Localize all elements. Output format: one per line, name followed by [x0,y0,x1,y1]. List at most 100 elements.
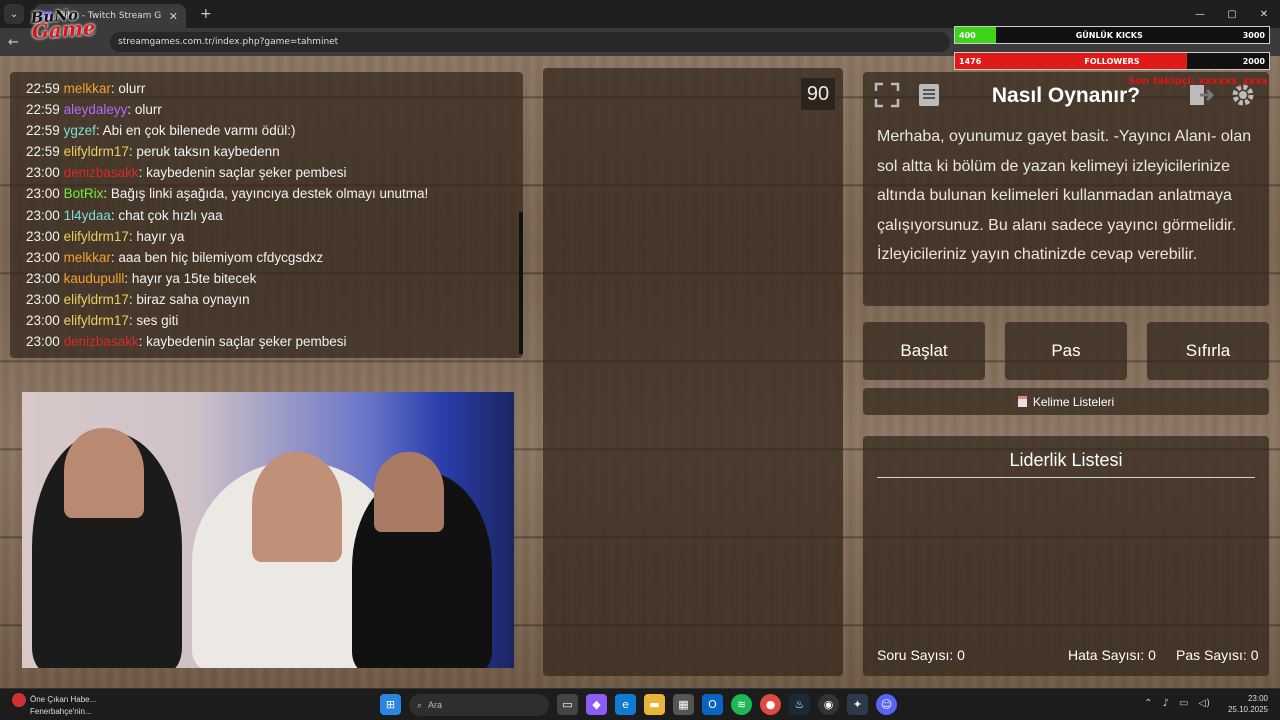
chat-username[interactable]: melkkar [64,81,111,96]
obs-icon[interactable]: ◉ [818,694,839,715]
chat-message: 23:00 denizbasakk: kaybedenin saçlar şek… [26,331,523,352]
chat-message: 23:00 1l4ydaa: chat çok hızlı yaa [26,205,523,226]
chrome-icon[interactable]: ● [760,694,781,715]
chat-scrollbar[interactable] [519,212,523,354]
app-icon[interactable]: ✦ [847,694,868,715]
chat-username[interactable]: kaudupulll [64,271,125,286]
start-button[interactable]: Başlat [863,322,985,380]
chat-username[interactable]: elifyldrm17 [64,313,129,328]
notepad-icon [1017,396,1027,407]
spotify-icon[interactable]: ≋ [731,694,752,715]
chat-username[interactable]: elifyldrm17 [64,292,129,307]
microphone-icon[interactable]: ♪ [1163,698,1169,709]
url-text: streamgames.com.tr/index.php?game=tahmin… [118,37,339,47]
how-to-play-title: Nasıl Oynanır? [991,84,1141,107]
chat-username[interactable]: denizbasakk [64,165,139,180]
webcam-face-left [64,428,144,518]
chat-message: 22:59 ygzef: Abi en çok bilenede varmı ö… [26,120,523,141]
how-to-play-panel: Nasıl Oynanır? Merhaba, oyunumuz gayet b… [863,72,1269,306]
chat-time: 23:00 [26,249,60,265]
chat-text: : Bağış linki aşağıda, yayıncıya destek … [103,186,429,202]
discord-icon[interactable]: ☺ [876,694,897,715]
chat-time: 22:59 [26,81,60,96]
new-tab-button[interactable]: + [200,6,212,22]
followers-target: 2000 [1242,56,1265,66]
url-input[interactable]: streamgames.com.tr/index.php?game=tahmin… [110,32,950,52]
outlook-icon[interactable]: O [702,694,723,715]
followers-goal-bar: 1476 FOLLOWERS 2000 [954,52,1270,70]
chat-message: 23:00 elifyldrm17: biraz saha oynayın [26,289,523,310]
chat-username[interactable]: melkkar [64,250,111,265]
network-icon[interactable]: ▭ [1179,698,1188,709]
reset-button[interactable]: Sıfırla [1147,322,1269,380]
followers-label: FOLLOWERS [1084,56,1140,66]
chat-text: : aaa ben hiç bilemiyom cfdycgsdxz [110,249,324,265]
kicks-target: 3000 [1242,30,1265,40]
webcam-face-center [252,452,342,562]
chat-username[interactable]: elifyldrm17 [64,144,129,159]
windows-start-icon[interactable]: ⊞ [380,694,401,715]
minimize-button[interactable]: — [1184,9,1216,20]
leaderboard-title: Liderlik Listesi [877,450,1255,478]
task-view-icon[interactable]: ▭ [557,694,578,715]
question-count: Soru Sayısı: 0 [877,647,965,663]
question-count-value: 0 [957,647,965,663]
game-page: 22:59 melkkar: olurr 22:59 aleydaleyy: ol… [0,56,1280,688]
volume-icon[interactable]: ◁) [1198,698,1210,709]
clock[interactable]: 23:00 25.10.2025 [1228,693,1268,715]
kicks-current: 400 [959,30,976,40]
tab-search-button[interactable]: ⌄ [4,4,24,24]
taskbar-search[interactable]: ⌕ Ara [409,694,549,716]
word-lists-button[interactable]: Kelime Listeleri [863,388,1269,415]
window-close-button[interactable]: ✕ [1248,9,1280,20]
maximize-button[interactable]: ▢ [1216,9,1248,20]
chat-time: 23:00 [26,207,60,223]
steam-icon[interactable]: ♨ [789,694,810,715]
chat-time: 23:00 [26,270,60,286]
pass-button[interactable]: Pas [1005,322,1127,380]
browser-tab-bar: ⌄ Tabu - Twitch Stream G ✕ + — ▢ ✕ [0,0,1280,28]
file-explorer-icon[interactable]: ▬ [644,694,665,715]
timer: 90 [801,78,835,110]
chat-username[interactable]: BotRix [64,186,104,201]
pass-count-label: Pas Sayısı: [1176,647,1247,663]
chat-text: : kaybedenin saçlar şeker pembesi [138,334,347,350]
back-arrow-icon[interactable]: ← [8,35,19,50]
chat-text: : Abi en çok bilenede varmı ödül:) [95,123,296,139]
chat-time: 23:00 [26,334,60,350]
copilot-icon[interactable]: ◆ [586,694,607,715]
leaderboard-panel: Liderlik Listesi Soru Sayısı: 0 Hata Say… [863,436,1269,676]
chat-list: 22:59 melkkar: olurr 22:59 aleydaleyy: ol… [26,78,523,352]
chat-message: 22:59 aleydaleyy: olurr [26,99,523,120]
chat-text: : hayır ya 15te bitecek [124,270,257,286]
chat-username[interactable]: denizbasakk [64,334,139,349]
pass-count: Pas Sayısı: 0 [1176,647,1259,663]
error-count-label: Hata Sayısı: [1068,647,1145,663]
chat-text: : olurr [110,81,146,96]
word-board-panel [543,68,843,676]
word-lists-label: Kelime Listeleri [1032,394,1115,409]
edge-icon[interactable]: e [615,694,636,715]
chat-time: 23:00 [26,228,60,244]
tab-close-icon[interactable]: ✕ [169,10,178,23]
webcam-face-right [374,452,444,532]
store-icon[interactable]: ▦ [673,694,694,715]
followers-goal-fill [955,53,1188,69]
chat-text: : kaybedenin saçlar şeker pembesi [138,165,347,181]
chat-message: 22:59 melkkar: olurr [26,78,523,99]
chat-text: : biraz saha oynayın [128,291,250,307]
chat-username[interactable]: elifyldrm17 [64,229,129,244]
chat-message: 23:00 BotRix: Bağış linki aşağıda, yayın… [26,183,523,204]
chat-text: : olurr [127,102,162,118]
last-follower-note: Son takipçi: xxxxxx_xxxx [1128,76,1268,87]
chat-message: 22:59 elifyldrm17: peruk taksın kaybeden… [26,141,523,162]
browser-tab[interactable]: Tabu - Twitch Stream G ✕ [34,4,186,28]
chat-username[interactable]: aleydaleyy [64,102,128,117]
chat-time: 23:00 [26,165,60,181]
chat-text: : hayır ya [128,228,185,244]
clock-time: 23:00 [1247,694,1268,703]
chat-username[interactable]: 1l4ydaa [64,208,111,223]
chat-username[interactable]: ygzef [64,123,96,138]
tray-chevron-icon[interactable]: ⌃ [1144,698,1152,709]
news-widget[interactable]: Öne Çıkan Habe... Fenerbahçe'nin... [12,693,96,717]
